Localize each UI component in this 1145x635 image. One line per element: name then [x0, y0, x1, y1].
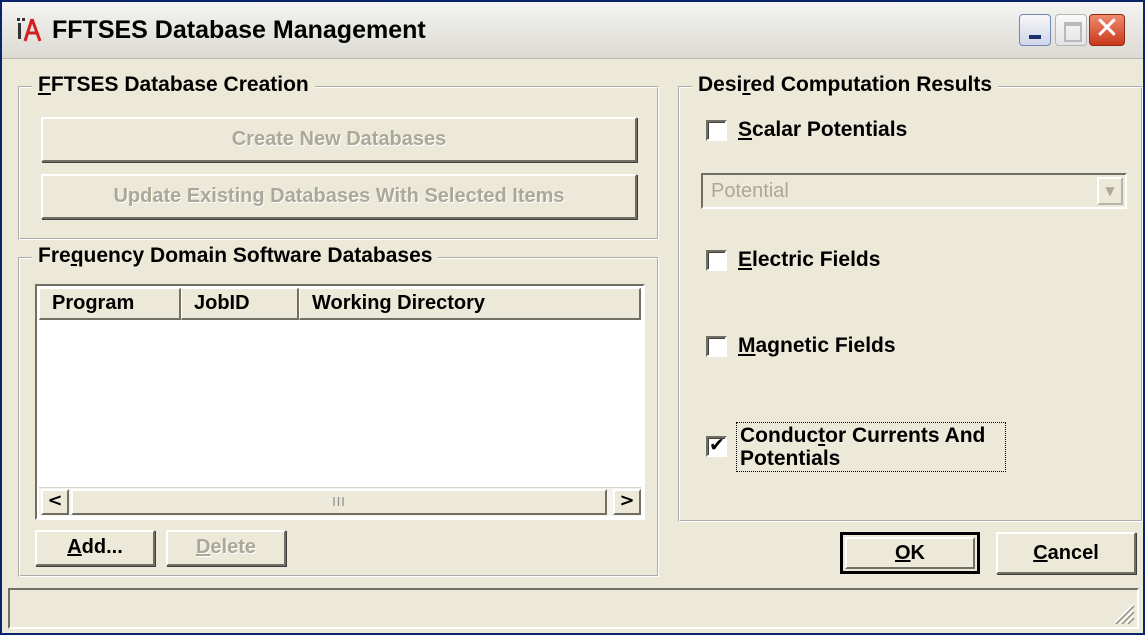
potential-dropdown[interactable]: Potential ▼	[701, 173, 1127, 209]
app-icon	[17, 18, 42, 42]
update-existing-databases-button[interactable]: Update Existing Databases With Selected …	[41, 174, 637, 219]
column-header-program[interactable]: Program	[39, 288, 181, 320]
title-bar[interactable]: FFTSES Database Management ✕	[2, 2, 1143, 59]
magnetic-fields-label[interactable]: Magnetic Fields	[738, 334, 896, 358]
frequency-domain-label: Frequency Domain Software Databases	[32, 244, 439, 268]
scalar-potentials-label[interactable]: Scalar Potentials	[738, 118, 907, 142]
checkmark-icon: ✔	[709, 434, 725, 456]
dialog-window: FFTSES Database Management ✕ FFTSES Data…	[0, 0, 1145, 635]
chevron-down-icon[interactable]: ▼	[1097, 177, 1123, 205]
resize-grip-icon[interactable]	[1109, 599, 1135, 625]
minimize-button[interactable]	[1019, 14, 1051, 46]
horizontal-scrollbar[interactable]: < III >	[39, 487, 641, 516]
close-button[interactable]: ✕	[1089, 14, 1125, 46]
magnetic-fields-checkbox[interactable]	[706, 336, 727, 357]
potential-dropdown-value: Potential	[711, 180, 789, 202]
computation-results-label: Desired Computation Results	[692, 73, 999, 97]
ok-button[interactable]: OK	[840, 532, 980, 574]
column-header-jobid[interactable]: JobID	[181, 288, 299, 320]
scalar-potentials-checkbox[interactable]	[706, 120, 727, 141]
close-icon: ✕	[1094, 11, 1120, 46]
conductor-currents-label[interactable]: Conductor Currents And Potentials	[740, 424, 985, 470]
scroll-left-button[interactable]: <	[41, 489, 69, 515]
databases-list[interactable]: Program JobID Working Directory < III >	[35, 284, 645, 520]
maximize-button[interactable]	[1055, 14, 1087, 46]
create-new-databases-button[interactable]: Create New Databases	[41, 117, 637, 162]
column-header-working-directory[interactable]: Working Directory	[299, 288, 641, 320]
window-title: FFTSES Database Management	[52, 16, 426, 44]
cancel-button[interactable]: Cancel	[996, 532, 1136, 574]
electric-fields-checkbox[interactable]	[706, 250, 727, 271]
electric-fields-label[interactable]: Electric Fields	[738, 248, 880, 272]
scroll-right-button[interactable]: >	[613, 489, 641, 515]
add-button[interactable]: Add...	[35, 530, 155, 566]
conductor-currents-checkbox[interactable]: ✔	[706, 434, 727, 457]
scroll-thumb[interactable]: III	[71, 489, 607, 515]
status-bar	[8, 588, 1139, 629]
delete-button[interactable]: Delete	[166, 530, 286, 566]
database-creation-label: FFTSES Database Creation	[32, 73, 315, 97]
